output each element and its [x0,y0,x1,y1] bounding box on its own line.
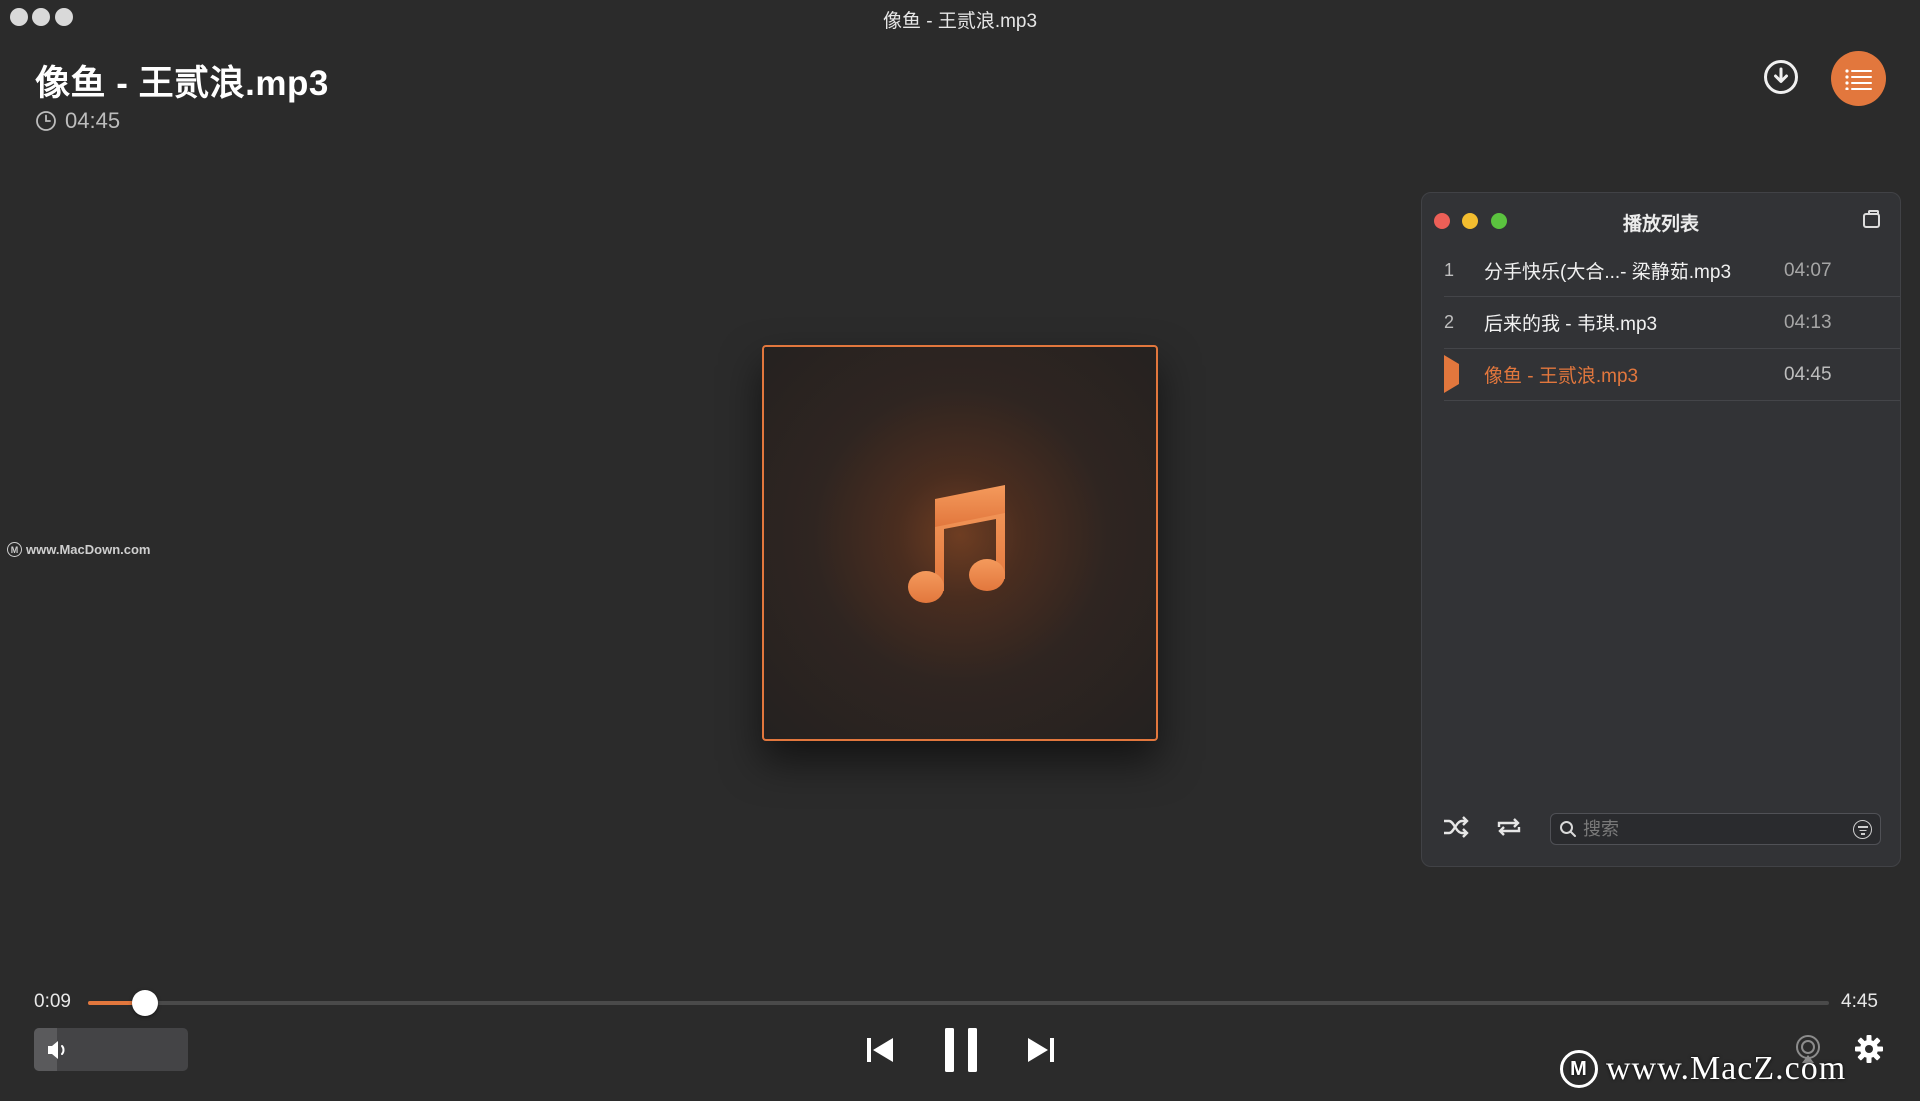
pause-button[interactable] [944,1028,978,1072]
window-titlebar: 像鱼 - 王贰浪.mp3 [0,0,1920,34]
macz-logo-icon: M [1560,1050,1598,1088]
play-triangle-icon [1444,355,1459,393]
watermark-right: M www.MacZ.com [1560,1050,1846,1088]
seek-bar[interactable] [88,990,1829,1016]
song-title: 像鱼 - 王贰浪.mp3 [35,64,329,103]
track-row[interactable]: 1 分手快乐(大合...- 梁静茹.mp3 04:07 [1444,245,1900,297]
playlist-search [1550,813,1881,845]
pause-icon [945,1028,977,1072]
seek-bar-handle[interactable] [132,990,159,1016]
watermark-left-text: www.MacDown.com [26,542,151,557]
watermark-left: M www.MacDown.com [7,542,150,557]
album-art [762,345,1158,741]
download-button[interactable] [1764,60,1798,94]
filter-icon[interactable] [1853,820,1872,839]
music-note-icon [908,485,1005,603]
track-list: 1 分手快乐(大合...- 梁静茹.mp3 04:07 2 后来的我 - 韦琪.… [1422,245,1900,401]
track-time: 04:45 [1784,363,1832,385]
download-icon [1774,67,1788,83]
detach-window-icon[interactable] [1863,210,1880,228]
search-icon [1560,821,1576,837]
track-number: 2 [1444,312,1455,332]
now-playing-indicator [1444,355,1484,393]
macdown-logo-icon: M [7,542,22,557]
song-duration: 04:45 [65,108,121,133]
window-title: 像鱼 - 王贰浪.mp3 [882,11,1038,32]
track-name: 分手快乐(大合...- 梁静茹.mp3 [1484,262,1732,283]
shuffle-icon[interactable] [1442,815,1470,839]
next-icon [1028,1038,1054,1062]
track-time: 04:07 [1784,259,1832,281]
watermark-right-text: www.MacZ.com [1606,1050,1847,1087]
playlist-panel: 播放列表 1 分手快乐(大合...- 梁静茹.mp3 04:07 2 后来的我 … [1421,192,1901,867]
track-row-playing[interactable]: 像鱼 - 王贰浪.mp3 04:45 [1444,349,1900,401]
track-time: 04:13 [1784,311,1832,333]
track-name: 像鱼 - 王贰浪.mp3 [1484,366,1639,387]
gear-icon[interactable] [1854,1034,1884,1064]
track-number: 1 [1444,260,1455,280]
total-time: 4:45 [1841,991,1878,1012]
duration-row: 04:45 [35,108,120,134]
clock-icon [36,111,56,131]
playlist-title: 播放列表 [1622,214,1699,235]
track-name: 后来的我 - 韦琪.mp3 [1484,314,1658,335]
search-input[interactable] [1583,818,1843,840]
volume-icon [48,1041,65,1059]
track-row[interactable]: 2 后来的我 - 韦琪.mp3 04:13 [1444,297,1900,349]
playlist-toggle-button[interactable] [1831,51,1886,106]
current-time: 0:09 [34,991,71,1012]
previous-icon [867,1038,893,1062]
playlist-footer [1422,811,1900,851]
playlist-titlebar: 播放列表 [1422,193,1900,245]
previous-button[interactable] [865,1036,895,1064]
repeat-icon[interactable] [1494,815,1524,839]
volume-slider[interactable] [34,1028,188,1071]
playlist-icon [1844,68,1872,90]
next-button[interactable] [1026,1036,1056,1064]
